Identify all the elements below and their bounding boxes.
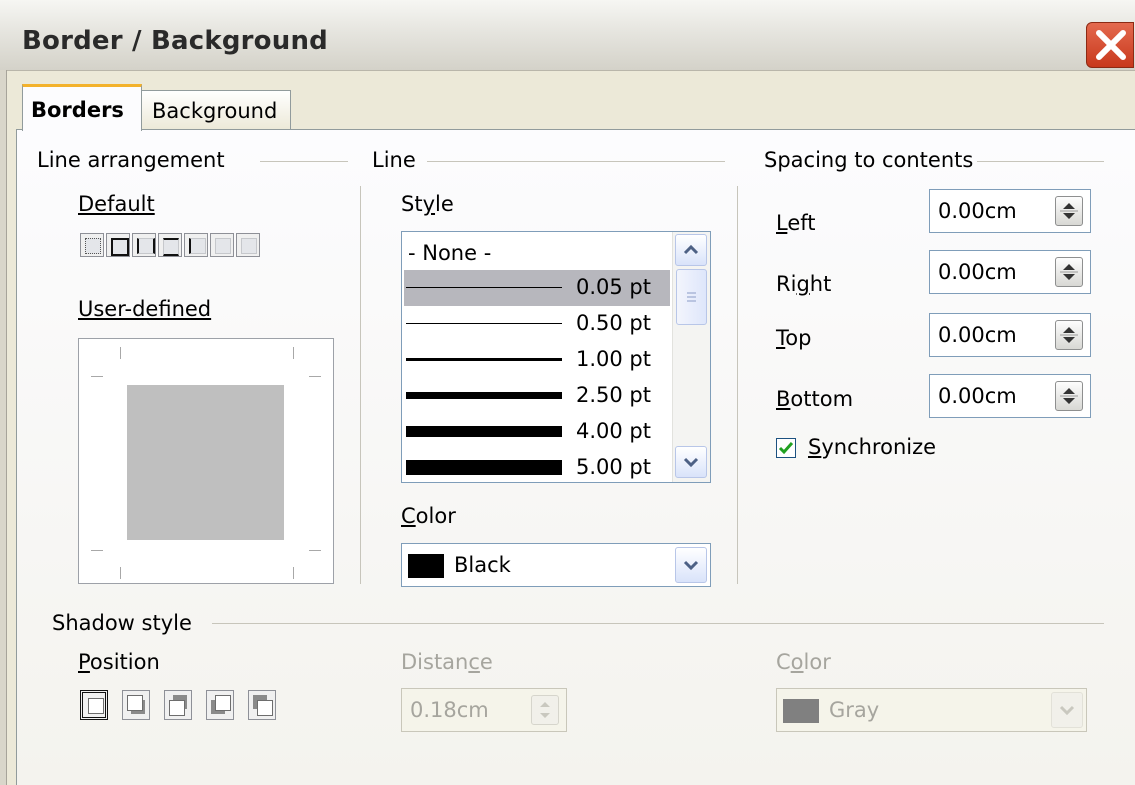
shadow-color-label: Color bbox=[776, 650, 831, 674]
line-color-label: Color bbox=[401, 504, 456, 528]
shadow-bottom-left-icon[interactable] bbox=[206, 690, 234, 720]
chevron-up-icon bbox=[683, 244, 699, 255]
spacing-left-field[interactable]: 0.00cm bbox=[929, 189, 1091, 233]
preview-tick bbox=[293, 567, 294, 579]
window-left-edge bbox=[0, 70, 7, 785]
preview-tick bbox=[309, 376, 321, 377]
grip-icon bbox=[687, 292, 696, 302]
shadow-distance-field[interactable]: 0.18cm bbox=[401, 688, 567, 732]
preview-tick bbox=[293, 347, 294, 359]
line-style-050[interactable]: 0.50 pt bbox=[404, 306, 670, 342]
line-color-select[interactable]: Black bbox=[401, 543, 711, 587]
line-style-scrollbar[interactable] bbox=[672, 232, 710, 482]
spacing-top-field[interactable]: 0.00cm bbox=[929, 313, 1091, 357]
shadow-color-value: Gray bbox=[829, 698, 880, 722]
spinner-icon[interactable] bbox=[531, 695, 559, 725]
scroll-up-button[interactable] bbox=[675, 234, 707, 266]
spinner-icon[interactable] bbox=[1055, 257, 1083, 287]
chevron-down-icon bbox=[683, 560, 699, 571]
preview-tick bbox=[120, 347, 121, 359]
default-none-icon[interactable] bbox=[80, 233, 104, 257]
preview-tick bbox=[91, 550, 103, 551]
check-icon bbox=[778, 442, 794, 455]
group-separator bbox=[977, 161, 1104, 162]
line-color-value: Black bbox=[454, 553, 511, 577]
spacing-bottom-field[interactable]: 0.00cm bbox=[929, 374, 1091, 418]
preview-content-square bbox=[127, 385, 284, 540]
spinner-icon[interactable] bbox=[1055, 196, 1083, 226]
shadow-bottom-right-icon[interactable] bbox=[122, 690, 150, 720]
group-divider bbox=[360, 186, 361, 584]
preview-tick bbox=[309, 550, 321, 551]
shadow-top-right-icon[interactable] bbox=[164, 690, 192, 720]
border-preview[interactable] bbox=[78, 338, 334, 584]
preview-tick bbox=[120, 567, 121, 579]
default-box-inner-icon[interactable] bbox=[158, 233, 182, 257]
color-swatch bbox=[408, 554, 444, 578]
style-label: Style bbox=[401, 192, 454, 216]
spacing-right-field[interactable]: 0.00cm bbox=[929, 250, 1091, 294]
spacing-left-label: Left bbox=[776, 211, 816, 235]
spinner-icon[interactable] bbox=[1055, 381, 1083, 411]
tab-background[interactable]: Background bbox=[139, 90, 291, 130]
scroll-down-button[interactable] bbox=[675, 446, 707, 478]
shadow-color-dropdown-button[interactable] bbox=[1051, 692, 1083, 728]
shadow-group-title: Shadow style bbox=[52, 611, 192, 635]
shadow-distance-label: Distance bbox=[401, 650, 493, 674]
line-style-005[interactable]: 0.05 pt bbox=[404, 270, 670, 306]
spinner-icon[interactable] bbox=[1055, 320, 1083, 350]
title-bar: Border / Background bbox=[0, 0, 1135, 71]
line-style-none[interactable]: - None - bbox=[404, 234, 670, 270]
shadow-none-icon[interactable] bbox=[80, 690, 108, 720]
spacing-bottom-label: Bottom bbox=[776, 387, 854, 411]
user-defined-label: User-defined bbox=[78, 297, 212, 321]
group-separator bbox=[427, 161, 725, 162]
tab-borders[interactable]: Borders bbox=[22, 84, 142, 131]
spacing-right-label: Right bbox=[776, 272, 832, 296]
spacing-top-label: Top bbox=[776, 326, 812, 350]
default-box-icon[interactable] bbox=[106, 233, 130, 257]
line-style-250[interactable]: 2.50 pt bbox=[404, 378, 670, 414]
tab-borders-label: Borders bbox=[31, 98, 124, 122]
group-separator bbox=[212, 623, 1104, 624]
preview-tick bbox=[91, 376, 103, 377]
line-style-500[interactable]: 5.00 pt bbox=[404, 450, 670, 482]
close-icon bbox=[1096, 30, 1126, 60]
spacing-group-title: Spacing to contents bbox=[764, 148, 974, 172]
dialog-title: Border / Background bbox=[22, 26, 328, 56]
scroll-thumb[interactable] bbox=[676, 269, 707, 325]
default-label: Default bbox=[78, 192, 155, 216]
tab-strip: Borders Background bbox=[6, 70, 1135, 131]
chevron-down-icon bbox=[1059, 705, 1075, 716]
border-background-dialog: Border / Background Borders Background L… bbox=[0, 0, 1135, 785]
color-swatch bbox=[783, 699, 819, 723]
line-style-400[interactable]: 4.00 pt bbox=[404, 414, 670, 450]
shadow-color-select[interactable]: Gray bbox=[776, 688, 1087, 732]
line-color-dropdown-button[interactable] bbox=[675, 547, 707, 583]
line-arrangement-group-title: Line arrangement bbox=[37, 148, 225, 172]
line-style-100[interactable]: 1.00 pt bbox=[404, 342, 670, 378]
default-left-right-icon[interactable] bbox=[184, 233, 208, 257]
shadow-top-left-icon[interactable] bbox=[248, 690, 276, 720]
synchronize-label[interactable]: Synchronize bbox=[808, 435, 936, 459]
close-button[interactable] bbox=[1086, 22, 1134, 68]
default-top-bottom-icon[interactable] bbox=[210, 233, 234, 257]
group-separator bbox=[260, 161, 348, 162]
synchronize-checkbox[interactable] bbox=[776, 438, 796, 458]
chevron-down-icon bbox=[683, 457, 699, 468]
line-style-listbox[interactable]: - None - 0.05 pt 0.50 pt 1.00 pt 2.50 pt… bbox=[401, 231, 711, 483]
shadow-position-label: Position bbox=[78, 650, 160, 674]
tab-background-label: Background bbox=[152, 99, 278, 123]
default-all-icon[interactable] bbox=[236, 233, 260, 257]
default-box-shadow-icon[interactable] bbox=[132, 233, 156, 257]
line-group-title: Line bbox=[372, 148, 416, 172]
group-divider bbox=[737, 186, 738, 584]
